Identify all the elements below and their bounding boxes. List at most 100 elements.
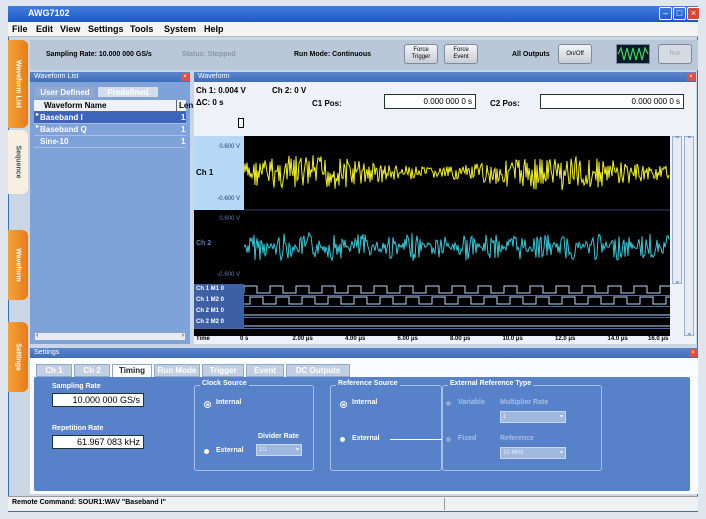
menu-file[interactable]: File bbox=[12, 24, 28, 34]
vertical-scrollbar[interactable]: ⌃ ⌄ bbox=[672, 135, 682, 285]
scroll-down-icon[interactable]: ⌄ bbox=[686, 328, 693, 337]
toolbar: Sampling Rate: 10.000 000 GS/s Status: S… bbox=[30, 40, 698, 70]
force-trigger-button[interactable]: Force Trigger bbox=[404, 44, 438, 64]
chevron-down-icon: ▾ bbox=[295, 447, 299, 453]
menu-tools[interactable]: Tools bbox=[130, 24, 153, 34]
status-divider bbox=[444, 498, 445, 510]
c2-pos-label: C2 Pos: bbox=[490, 99, 520, 108]
waveform-panel: Waveform × Ch 1: 0.004 V Ch 2: 0 V ΔC: 0… bbox=[194, 72, 696, 344]
variable-label: Variable bbox=[458, 399, 485, 406]
table-row[interactable]: ▸ Baseband I 1 bbox=[34, 112, 186, 124]
delta-cursor-value: ΔC: 0 s bbox=[196, 98, 224, 107]
side-tab-waveform-list[interactable]: Waveform List bbox=[8, 40, 28, 128]
marker-row: Ch 2 M2 0 bbox=[194, 317, 670, 329]
close-icon[interactable]: × bbox=[687, 73, 695, 81]
menu-system[interactable]: System bbox=[164, 24, 196, 34]
side-tab-settings[interactable]: Settings bbox=[8, 322, 28, 392]
waveform-list-table: Waveform Name Len ▸ Baseband I 1 ▸ Baseb… bbox=[34, 100, 193, 344]
window-title: AWG7102 bbox=[28, 8, 70, 18]
status-bar: Remote Command: SOUR1:WAV "Baseband I" bbox=[8, 496, 698, 511]
clock-source-label: Clock Source bbox=[200, 380, 249, 387]
tab-predefined[interactable]: Predefined bbox=[97, 86, 159, 98]
scroll-down-icon[interactable]: ⌄ bbox=[674, 276, 681, 285]
time-tick-label: 12.0 μs bbox=[555, 336, 576, 342]
reference-external-label: External bbox=[352, 435, 380, 442]
output-waveform-icon bbox=[616, 44, 650, 64]
waveform-display[interactable]: 0.600 V Ch 1 -0.600 V 0.600 V Ch 2 -0.60… bbox=[194, 136, 670, 336]
ch1-label-area[interactable]: 0.600 V Ch 1 -0.600 V bbox=[194, 136, 244, 210]
sampling-rate-field[interactable]: 10.000 000 GS/s bbox=[52, 393, 144, 407]
sampling-rate-label: Sampling Rate bbox=[52, 383, 101, 390]
c2-pos-field[interactable]: 0.000 000 0 s bbox=[540, 94, 684, 109]
clock-external-radio[interactable] bbox=[204, 449, 209, 454]
menu-view[interactable]: View bbox=[60, 24, 80, 34]
column-header-len[interactable]: Len bbox=[176, 100, 193, 111]
c1-pos-field[interactable]: 0.000 000 0 s bbox=[384, 94, 476, 109]
clock-internal-radio[interactable] bbox=[204, 401, 211, 408]
reference-internal-radio[interactable] bbox=[340, 401, 347, 408]
tab-dc-outputs[interactable]: DC Outputs bbox=[286, 364, 350, 377]
column-header-name[interactable]: Waveform Name bbox=[44, 100, 106, 111]
ch2-cursor-value: Ch 2: 0 V bbox=[272, 86, 307, 95]
scroll-up-icon[interactable]: ⌃ bbox=[674, 135, 681, 144]
menu-edit[interactable]: Edit bbox=[36, 24, 53, 34]
reference-external-radio[interactable] bbox=[340, 437, 345, 442]
external-reference-type-label: External Reference Type bbox=[448, 380, 534, 387]
close-icon[interactable]: × bbox=[181, 73, 189, 81]
settings-header: Settings × bbox=[30, 348, 698, 358]
chevron-down-icon: ▾ bbox=[559, 450, 563, 456]
ch2-label-area[interactable]: 0.600 V Ch 2 -0.600 V bbox=[194, 210, 244, 284]
maximize-icon[interactable]: □ bbox=[673, 7, 686, 20]
waveform-header: Waveform × bbox=[194, 72, 696, 82]
multiplier-rate-select[interactable]: 1 ▾ bbox=[500, 411, 566, 423]
run-button[interactable]: Run bbox=[658, 44, 692, 64]
tab-timing[interactable]: Timing bbox=[112, 364, 152, 377]
scroll-up-icon[interactable]: ⌃ bbox=[686, 135, 693, 144]
reference-select[interactable]: 10 MHz ▾ bbox=[500, 447, 566, 459]
sampling-rate-readout: Sampling Rate: 10.000 000 GS/s bbox=[46, 51, 152, 58]
time-axis: Time 0 s 2.00 μs 4.00 μs 6.00 μs 8.00 μs 10.0… bbox=[194, 336, 670, 344]
minimize-icon[interactable]: – bbox=[659, 7, 672, 20]
time-tick-label: 0 s bbox=[240, 336, 249, 342]
cursor-handle[interactable] bbox=[238, 118, 244, 128]
all-outputs-label: All Outputs bbox=[512, 51, 550, 58]
divider-rate-select[interactable]: 1/1 ▾ bbox=[256, 444, 302, 456]
time-tick-label: 8.00 μs bbox=[450, 336, 471, 342]
horizontal-scrollbar[interactable]: ‹ › bbox=[34, 332, 186, 341]
tab-user-defined[interactable]: User Defined bbox=[34, 86, 96, 98]
fixed-label: Fixed bbox=[458, 435, 477, 442]
table-row[interactable]: ▸ Baseband Q 1 bbox=[34, 124, 186, 136]
time-tick-label: 10.0 μs bbox=[502, 336, 523, 342]
menu-help[interactable]: Help bbox=[204, 24, 224, 34]
tab-ch2[interactable]: Ch 2 bbox=[74, 364, 110, 377]
close-icon[interactable]: × bbox=[689, 349, 697, 357]
force-event-button[interactable]: Force Event bbox=[444, 44, 478, 64]
fixed-radio[interactable] bbox=[446, 437, 451, 442]
waveform-list-panel: Waveform List × User Defined Predefined … bbox=[30, 72, 193, 344]
close-icon[interactable]: × bbox=[687, 7, 700, 20]
tab-trigger[interactable]: Trigger bbox=[202, 364, 244, 377]
table-header-row: Waveform Name Len bbox=[34, 100, 193, 112]
chevron-down-icon: ▾ bbox=[559, 414, 563, 420]
table-row[interactable]: Sine-10 1 bbox=[34, 136, 186, 148]
onoff-button[interactable]: On/Off bbox=[558, 44, 592, 64]
waveform-list-header: Waveform List × bbox=[30, 72, 190, 82]
side-tab-waveform[interactable]: Waveform bbox=[8, 230, 28, 300]
tab-event[interactable]: Event bbox=[246, 364, 284, 377]
repetition-rate-field[interactable]: 61.967 083 kHz bbox=[52, 435, 144, 449]
variable-radio[interactable] bbox=[446, 401, 451, 406]
clock-external-label: External bbox=[216, 447, 244, 454]
tab-ch1[interactable]: Ch 1 bbox=[36, 364, 72, 377]
menu-settings[interactable]: Settings bbox=[88, 24, 124, 34]
side-tab-sequence[interactable]: Sequence bbox=[8, 130, 28, 194]
clock-source-group bbox=[194, 385, 314, 471]
scroll-right-icon[interactable]: › bbox=[182, 332, 184, 339]
pointer-icon: ▸ bbox=[36, 112, 40, 118]
tab-run-mode[interactable]: Run Mode bbox=[154, 364, 200, 377]
vertical-scrollbar[interactable]: ⌃ ⌄ bbox=[684, 135, 694, 337]
run-mode-readout: Run Mode: Continuous bbox=[294, 51, 371, 58]
connector-line bbox=[390, 439, 442, 440]
multiplier-rate-label: Multiplier Rate bbox=[500, 399, 549, 406]
scroll-left-icon[interactable]: ‹ bbox=[36, 332, 38, 339]
time-tick-label: 4.00 μs bbox=[345, 336, 366, 342]
